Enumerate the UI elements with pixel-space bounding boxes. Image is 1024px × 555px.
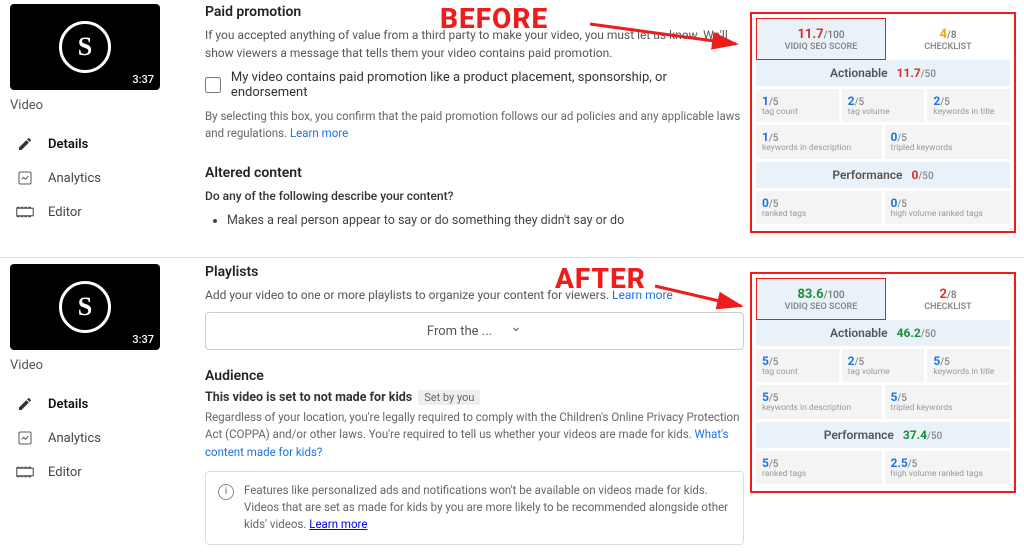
vidiq-score-card: 11.7/100 VIDIQ SEO SCORE 4/8 CHECKLIST A… (750, 12, 1016, 233)
analytics-icon (16, 169, 34, 187)
thumbnail-logo: S (59, 281, 111, 333)
section-title: Audience (205, 368, 744, 384)
nav-label: Details (48, 397, 88, 412)
checklist-tab[interactable]: 4/8 CHECKLIST (886, 18, 1010, 60)
altered-question: Do any of the following describe your co… (205, 187, 744, 205)
actionable-header: Actionable 11.7/50 (756, 60, 1010, 86)
metric-cell: 2/5tag volume (842, 89, 925, 122)
setby-badge: Set by you (418, 390, 480, 405)
metric-cell: 2/5keywords in title (927, 89, 1010, 122)
performance-row: 0/5ranked tags 0/5high volume ranked tag… (756, 191, 1010, 224)
video-thumbnail[interactable]: S 3:37 (10, 264, 160, 350)
performance-header: Performance 0/50 (756, 162, 1010, 188)
metric-cell: 1/5keywords in description (756, 125, 882, 158)
chevron-down-icon (510, 323, 522, 339)
editor-icon (16, 203, 34, 221)
sidebar: S 3:37 Video Details Analytics Editor (0, 260, 165, 555)
video-label: Video (10, 98, 165, 113)
metric-cell: 1/5tag count (756, 89, 839, 122)
metric-cell: 2/5tag volume (842, 349, 925, 382)
analytics-icon (16, 429, 34, 447)
after-overlay-label: AFTER (555, 262, 646, 295)
seo-score-tab[interactable]: 83.6/100 VIDIQ SEO SCORE (756, 278, 886, 320)
learn-more-link[interactable]: Learn more (309, 517, 367, 531)
nav-label: Editor (48, 465, 82, 480)
nav-label: Editor (48, 205, 82, 220)
performance-header: Performance 37.4/50 (756, 422, 1010, 448)
audience-section: Audience This video is set to not made f… (205, 368, 744, 545)
metric-cell: 5/5tripled keywords (885, 385, 1011, 418)
actionable-row2: 1/5keywords in description 0/5tripled ke… (756, 125, 1010, 158)
nav-analytics[interactable]: Analytics (10, 161, 165, 195)
editor-icon (16, 463, 34, 481)
altered-bullet: Makes a real person appear to say or do … (227, 213, 744, 228)
checklist-tab[interactable]: 2/8 CHECKLIST (886, 278, 1010, 320)
nav-details[interactable]: Details (10, 387, 165, 421)
metric-cell: 0/5tripled keywords (885, 125, 1011, 158)
altered-content-section: Altered content Do any of the following … (205, 165, 744, 228)
metric-cell: 5/5ranked tags (756, 451, 882, 484)
divider (0, 257, 1024, 258)
nav-details[interactable]: Details (10, 127, 165, 161)
section-title: Altered content (205, 165, 744, 181)
paid-fineprint: By selecting this box, you confirm that … (205, 108, 744, 143)
section-title: Playlists (205, 264, 744, 280)
audience-desc: Regardless of your location, you're lega… (205, 409, 744, 461)
learn-more-link[interactable]: Learn more (290, 126, 348, 140)
thumbnail-logo: S (59, 21, 111, 73)
before-overlay-label: BEFORE (440, 2, 548, 35)
paid-promotion-checkbox[interactable] (205, 77, 221, 93)
actionable-row2: 5/5keywords in description 5/5tripled ke… (756, 385, 1010, 418)
video-thumbnail[interactable]: S 3:37 (10, 4, 160, 90)
metric-cell: 0/5high volume ranked tags (885, 191, 1011, 224)
paid-promotion-checkbox-row[interactable]: My video contains paid promotion like a … (205, 70, 744, 100)
metric-cell: 2.5/5high volume ranked tags (885, 451, 1011, 484)
audience-status: This video is set to not made for kidsSe… (205, 390, 744, 405)
nav-analytics[interactable]: Analytics (10, 421, 165, 455)
pencil-icon (16, 135, 34, 153)
metric-cell: 5/5keywords in description (756, 385, 882, 418)
nav-label: Details (48, 137, 88, 152)
pencil-icon (16, 395, 34, 413)
actionable-row1: 1/5tag count 2/5tag volume 2/5keywords i… (756, 89, 1010, 122)
sidebar: S 3:37 Video Details Analytics Editor (0, 0, 165, 255)
before-panel: S 3:37 Video Details Analytics Editor Pa… (0, 0, 1024, 255)
arrow-icon (655, 280, 755, 324)
metric-cell: 0/5ranked tags (756, 191, 882, 224)
checkbox-label: My video contains paid promotion like a … (231, 70, 744, 100)
vidiq-score-card: 83.6/100 VIDIQ SEO SCORE 2/8 CHECKLIST A… (750, 272, 1016, 493)
duration-badge: 3:37 (132, 73, 154, 86)
nav-label: Analytics (48, 431, 101, 446)
seo-score-tab[interactable]: 11.7/100 VIDIQ SEO SCORE (756, 18, 886, 60)
nav-label: Analytics (48, 171, 101, 186)
actionable-row1: 5/5tag count 2/5tag volume 5/5keywords i… (756, 349, 1010, 382)
nav-editor[interactable]: Editor (10, 195, 165, 229)
duration-badge: 3:37 (132, 333, 154, 346)
arrow-icon (590, 18, 750, 62)
metric-cell: 5/5tag count (756, 349, 839, 382)
metric-cell: 5/5keywords in title (927, 349, 1010, 382)
audience-info-box: i Features like personalized ads and not… (205, 471, 744, 545)
nav-editor[interactable]: Editor (10, 455, 165, 489)
after-panel: S 3:37 Video Details Analytics Editor Pl… (0, 260, 1024, 555)
performance-row: 5/5ranked tags 2.5/5high volume ranked t… (756, 451, 1010, 484)
video-label: Video (10, 358, 165, 373)
actionable-header: Actionable 46.2/50 (756, 320, 1010, 346)
dropdown-label: From the ... (427, 324, 492, 339)
info-icon: i (218, 484, 234, 500)
